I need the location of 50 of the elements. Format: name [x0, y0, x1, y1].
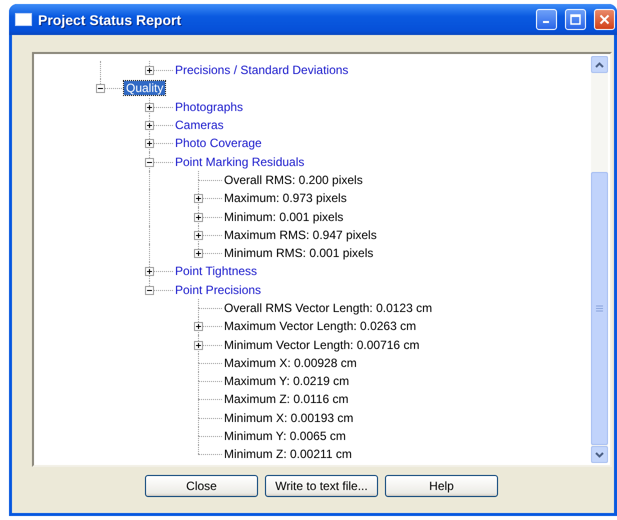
close-icon [599, 14, 610, 25]
tree-item[interactable]: Point Marking Residuals [173, 154, 306, 169]
tree-item[interactable]: Minimum Vector Length: 0.00716 cm [222, 338, 422, 352]
expand-icon[interactable] [194, 230, 202, 240]
tree-item[interactable]: Maximum X: 0.00928 cm [222, 356, 359, 370]
dialog-button[interactable]: Write to text file... [265, 475, 378, 497]
expand-icon[interactable] [194, 194, 202, 204]
dialog-button[interactable]: Close [145, 475, 258, 497]
expand-icon[interactable] [144, 66, 154, 76]
tree-item[interactable]: Point Tightness [173, 264, 260, 278]
expand-icon[interactable] [194, 249, 202, 258]
tree-item[interactable]: Maximum: 0.973 pixels [222, 191, 349, 206]
tree-item[interactable]: Minimum RMS: 0.001 pixels [222, 246, 376, 260]
close-button[interactable] [594, 9, 615, 30]
tree-item[interactable]: Minimum Y: 0.0065 cm [222, 429, 348, 444]
minimize-button[interactable] [536, 9, 557, 30]
collapse-icon[interactable] [144, 286, 154, 295]
tree-item[interactable]: Maximum Y: 0.0219 cm [222, 374, 352, 388]
tree-item[interactable]: Quality [124, 81, 166, 96]
tree-item[interactable]: Overall RMS Vector Length: 0.0123 cm [222, 301, 434, 315]
collapse-icon[interactable] [144, 158, 154, 167]
tree-item[interactable]: Photographs [173, 100, 246, 114]
expand-icon[interactable] [194, 340, 202, 350]
expand-icon[interactable] [144, 267, 154, 276]
tree-item[interactable]: Overall RMS: 0.200 pixels [222, 172, 365, 187]
window-title: Project Status Report [38, 12, 182, 28]
expand-icon[interactable] [194, 322, 202, 332]
tree-item[interactable]: Minimum: 0.001 pixels [222, 210, 346, 224]
window-icon [15, 13, 32, 26]
expand-icon[interactable] [144, 121, 154, 130]
tree-item[interactable]: Maximum Z: 0.0116 cm [222, 392, 350, 406]
scroll-thumb[interactable] [591, 172, 608, 445]
scroll-down-icon[interactable] [591, 446, 608, 463]
scrollbar[interactable] [591, 56, 608, 463]
expand-icon[interactable] [144, 102, 154, 112]
maximize-icon [570, 14, 581, 25]
scroll-up-icon[interactable] [591, 56, 608, 73]
expand-icon[interactable] [194, 212, 202, 222]
tree-item[interactable]: Photo Coverage [173, 136, 264, 150]
tree-item[interactable]: Precisions / Standard Deviations [173, 63, 350, 78]
tree-item[interactable]: Minimum X: 0.00193 cm [222, 410, 356, 425]
collapse-icon[interactable] [96, 84, 104, 94]
tree-item[interactable]: Cameras [173, 118, 226, 132]
expand-icon[interactable] [144, 139, 154, 148]
dialog-button[interactable]: Help [385, 475, 498, 497]
tree-item[interactable]: Maximum RMS: 0.947 pixels [222, 228, 379, 242]
maximize-button[interactable] [565, 9, 586, 30]
tree-item[interactable]: Point Precisions [173, 282, 264, 297]
tree-item[interactable]: Maximum Vector Length: 0.0263 cm [222, 319, 418, 334]
tree-item[interactable]: Minimum Z: 0.00211 cm [222, 447, 354, 462]
